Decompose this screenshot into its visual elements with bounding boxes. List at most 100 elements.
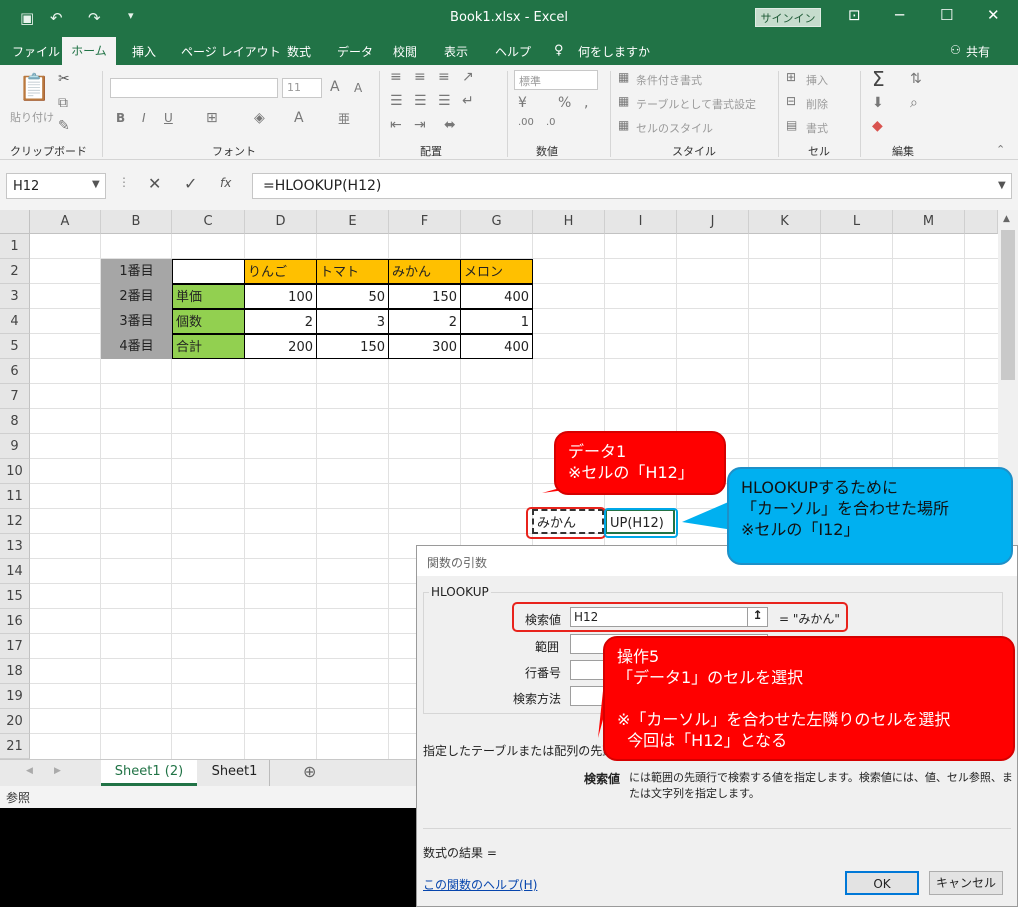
tab-home[interactable]: ホーム xyxy=(62,37,116,65)
cell-f4[interactable]: 2 xyxy=(388,309,461,334)
indent-decrease-icon[interactable]: ⇤ xyxy=(390,117,402,133)
formula-expand-icon[interactable]: ▼ xyxy=(998,180,1006,191)
insert-function-icon[interactable]: fx xyxy=(220,176,231,190)
help-link[interactable]: この関数のヘルプ(H) xyxy=(423,876,537,893)
column-header[interactable]: B xyxy=(101,210,172,234)
share-button[interactable]: 共有 xyxy=(966,43,990,60)
tab-scroll-right-icon[interactable]: ▶ xyxy=(54,766,61,776)
border-icon[interactable]: ⊞ xyxy=(206,110,218,126)
underline-icon[interactable]: U xyxy=(164,111,173,125)
ok-button[interactable]: OK xyxy=(845,871,919,895)
row-header[interactable]: 12 xyxy=(0,509,30,534)
format-painter-icon[interactable]: ✎ xyxy=(58,118,70,134)
cell-c2[interactable] xyxy=(172,259,245,284)
cancel-button[interactable]: キャンセル xyxy=(929,871,1003,895)
cell-e3[interactable]: 50 xyxy=(316,284,389,309)
italic-icon[interactable]: I xyxy=(142,111,146,125)
insert-cells-button[interactable]: 挿入 xyxy=(806,72,828,88)
format-table-icon[interactable]: ▦ xyxy=(618,94,629,108)
close-icon[interactable]: ✕ xyxy=(987,6,1000,24)
row-header[interactable]: 4 xyxy=(0,309,30,334)
font-color-icon[interactable]: A xyxy=(294,110,304,126)
column-header[interactable]: H xyxy=(533,210,605,234)
align-middle-icon[interactable]: ≡ xyxy=(414,69,426,85)
tab-page-layout[interactable]: ページ レイアウト xyxy=(181,43,281,60)
cell-c5[interactable]: 合計 xyxy=(172,334,245,359)
align-left-icon[interactable]: ☰ xyxy=(390,93,403,109)
copy-icon[interactable]: ⧉ xyxy=(58,95,68,111)
font-name-select[interactable] xyxy=(110,78,278,98)
tab-help[interactable]: ヘルプ xyxy=(495,43,531,60)
row-header[interactable]: 14 xyxy=(0,559,30,584)
cell-styles-icon[interactable]: ▦ xyxy=(618,118,629,132)
share-icon[interactable]: ⚇ xyxy=(950,43,961,57)
tell-me-search[interactable]: 何をしますか xyxy=(578,43,650,60)
percent-icon[interactable]: % xyxy=(558,95,571,111)
row-header[interactable]: 8 xyxy=(0,409,30,434)
row-header[interactable]: 17 xyxy=(0,634,30,659)
autosum-icon[interactable]: Σ xyxy=(872,67,885,91)
tab-view[interactable]: 表示 xyxy=(444,43,468,60)
row-header[interactable]: 13 xyxy=(0,534,30,559)
sheet-tab-sheet1[interactable]: Sheet1 xyxy=(200,760,270,786)
cell-d4[interactable]: 2 xyxy=(244,309,317,334)
decrease-decimal-icon[interactable]: .0 xyxy=(546,117,556,128)
cut-icon[interactable]: ✂ xyxy=(58,71,70,87)
cell-d2[interactable]: りんご xyxy=(244,259,317,284)
minimize-icon[interactable]: ─ xyxy=(895,6,904,24)
cell-g4[interactable]: 1 xyxy=(460,309,533,334)
fill-icon[interactable]: ⬇ xyxy=(872,95,884,111)
cell-e5[interactable]: 150 xyxy=(316,334,389,359)
row-header[interactable]: 10 xyxy=(0,459,30,484)
insert-cells-icon[interactable]: ⊞ xyxy=(786,70,796,84)
column-header[interactable]: K xyxy=(749,210,821,234)
collapse-ribbon-icon[interactable]: ⌃ xyxy=(996,143,1005,156)
row-header[interactable]: 20 xyxy=(0,709,30,734)
column-header[interactable]: A xyxy=(30,210,101,234)
cell-styles-button[interactable]: セルのスタイル xyxy=(636,120,713,136)
tab-data[interactable]: データ xyxy=(337,43,373,60)
comma-icon[interactable]: , xyxy=(584,95,588,111)
currency-icon[interactable]: ¥ xyxy=(518,95,527,111)
bold-icon[interactable]: B xyxy=(116,111,125,125)
cell-b4[interactable]: 3番目 xyxy=(101,309,172,334)
format-cells-icon[interactable]: ▤ xyxy=(786,118,797,132)
column-header[interactable]: C xyxy=(172,210,245,234)
enter-icon[interactable]: ✓ xyxy=(184,174,197,193)
row-header[interactable]: 6 xyxy=(0,359,30,384)
find-select-icon[interactable]: ⌕ xyxy=(910,95,918,111)
cell-b5[interactable]: 4番目 xyxy=(101,334,172,359)
cell-b3[interactable]: 2番目 xyxy=(101,284,172,309)
row-header[interactable]: 5 xyxy=(0,334,30,359)
cell-f3[interactable]: 150 xyxy=(388,284,461,309)
cell-g5[interactable]: 400 xyxy=(460,334,533,359)
cell-f2[interactable]: みかん xyxy=(388,259,461,284)
align-center-icon[interactable]: ☰ xyxy=(414,93,427,109)
font-size-select[interactable]: 11 xyxy=(282,78,322,98)
column-header[interactable]: G xyxy=(461,210,533,234)
column-header[interactable]: E xyxy=(317,210,389,234)
select-all-corner[interactable] xyxy=(0,210,30,234)
format-table-button[interactable]: テーブルとして書式設定 xyxy=(636,96,756,112)
tab-review[interactable]: 校閲 xyxy=(393,43,417,60)
formula-input[interactable]: =HLOOKUP(H12) xyxy=(252,173,1012,199)
cell-g3[interactable]: 400 xyxy=(460,284,533,309)
row-header[interactable]: 7 xyxy=(0,384,30,409)
signin-button[interactable]: サインイン xyxy=(755,8,821,27)
row-header[interactable]: 21 xyxy=(0,734,30,759)
cell-b2[interactable]: 1番目 xyxy=(101,259,172,284)
add-sheet-icon[interactable]: ⊕ xyxy=(303,762,316,781)
font-shrink-icon[interactable]: A xyxy=(354,81,362,95)
conditional-format-button[interactable]: 条件付き書式 xyxy=(636,72,702,88)
delete-cells-button[interactable]: 削除 xyxy=(806,96,828,112)
cell-d5[interactable]: 200 xyxy=(244,334,317,359)
scrollbar-thumb[interactable] xyxy=(1001,230,1015,380)
tab-scroll-left-icon[interactable]: ◀ xyxy=(26,766,33,776)
name-box[interactable]: H12 xyxy=(6,173,106,199)
increase-decimal-icon[interactable]: .00 xyxy=(518,117,534,128)
column-header[interactable]: L xyxy=(821,210,893,234)
sort-filter-icon[interactable]: ⇅ xyxy=(910,71,922,87)
ribbon-display-icon[interactable]: ⊡ xyxy=(848,6,861,24)
delete-cells-icon[interactable]: ⊟ xyxy=(786,94,796,108)
column-header[interactable]: D xyxy=(245,210,317,234)
